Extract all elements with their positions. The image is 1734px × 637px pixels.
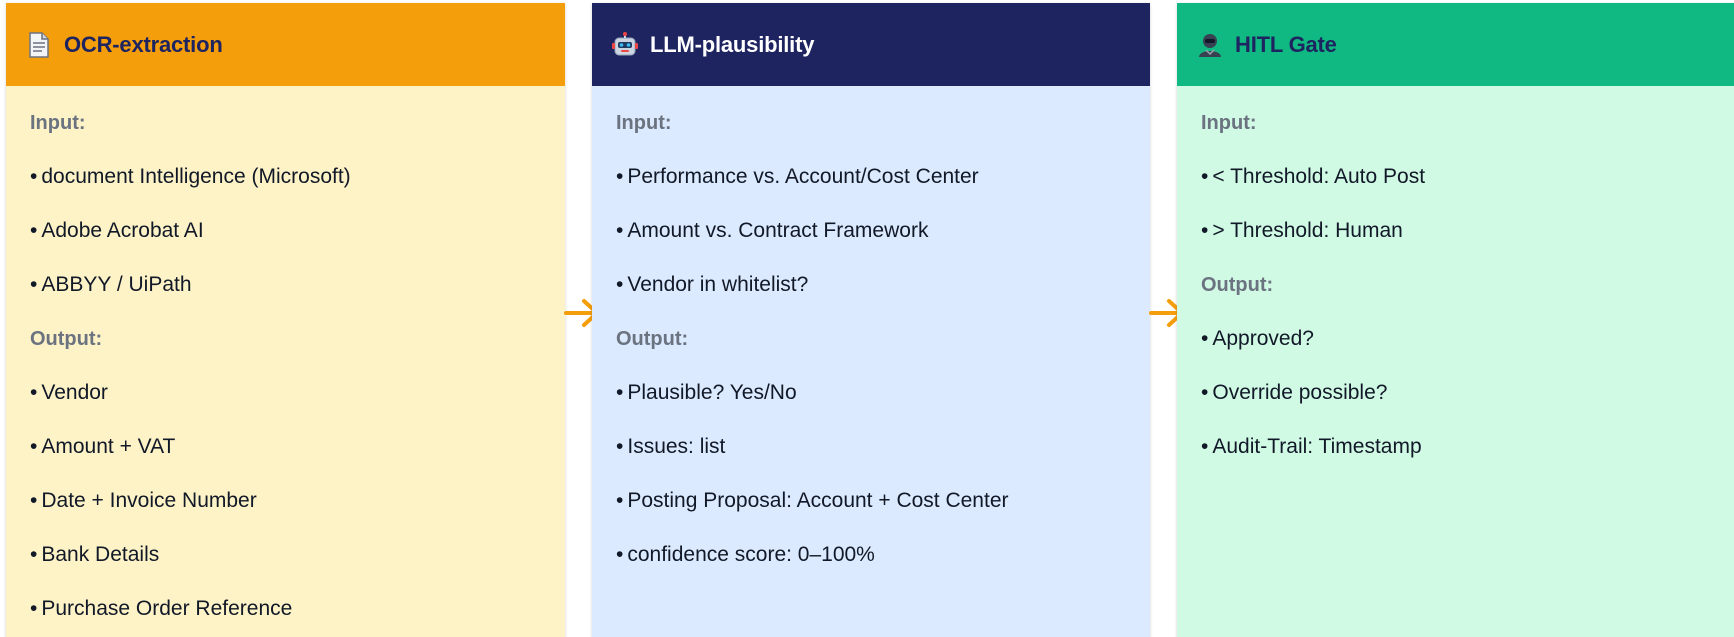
- list-item: • > Threshold: Human: [1201, 219, 1403, 242]
- list-item: • Audit-Trail: Timestamp: [1201, 435, 1422, 458]
- list-item: • Vendor in whitelist?: [616, 273, 809, 296]
- list-item: • Posting Proposal: Account + Cost Center: [616, 489, 1009, 512]
- hitl-gate-card: HITL Gate Input: • < Threshold: Auto Post…: [1177, 3, 1734, 637]
- list-item: • ABBYY / UiPath: [30, 273, 192, 296]
- list-item: • Amount vs. Contract Framework: [616, 219, 929, 242]
- ocr-extraction-card: OCR-extraction Input: • document Intellig…: [6, 3, 565, 637]
- list-item: • Vendor: [30, 381, 108, 404]
- hitl-gate-body: Input: • < Threshold: Auto Post • > Thresh…: [1177, 86, 1734, 474]
- list-item: • Performance vs. Account/Cost Center: [616, 165, 979, 188]
- hitl-gate-header: HITL Gate: [1177, 3, 1734, 86]
- list-item: • Adobe Acrobat AI: [30, 219, 204, 242]
- llm-plausibility-card: LLM-plausibility Input: • Performance vs.…: [592, 3, 1150, 637]
- robot-icon: [612, 31, 638, 58]
- list-item: • Override possible?: [1201, 381, 1388, 404]
- card-title: LLM-plausibility: [650, 31, 815, 57]
- input-label: Input:: [30, 112, 86, 134]
- list-item: • Bank Details: [30, 543, 160, 566]
- output-label: Output:: [616, 328, 689, 350]
- document-icon: [26, 31, 52, 58]
- list-item: • Amount + VAT: [30, 435, 176, 458]
- llm-plausibility-header: LLM-plausibility: [592, 3, 1150, 86]
- list-item: • Plausible? Yes/No: [616, 381, 797, 404]
- input-label: Input:: [616, 112, 672, 134]
- input-label: Input:: [1201, 112, 1257, 134]
- ocr-extraction-header: OCR-extraction: [6, 3, 565, 86]
- pipeline-diagram: OCR-extraction Input: • document Intellig…: [0, 0, 1734, 637]
- list-item: • Approved?: [1201, 327, 1314, 350]
- card-title: OCR-extraction: [64, 31, 223, 57]
- list-item: • document Intelligence (Microsoft): [30, 165, 351, 188]
- person-icon: [1197, 32, 1223, 58]
- list-item: • Date + Invoice Number: [30, 489, 257, 512]
- card-title: HITL Gate: [1235, 31, 1337, 57]
- list-item: • confidence score: 0–100%: [616, 543, 875, 566]
- list-item: • Issues: list: [616, 435, 726, 458]
- output-label: Output:: [30, 328, 103, 350]
- ocr-extraction-body: Input: • document Intelligence (Microsoft…: [6, 86, 565, 636]
- llm-plausibility-body: Input: • Performance vs. Account/Cost Cen…: [592, 86, 1150, 582]
- list-item: • < Threshold: Auto Post: [1201, 165, 1426, 188]
- list-item: • Purchase Order Reference: [30, 597, 293, 620]
- output-label: Output:: [1201, 274, 1274, 296]
